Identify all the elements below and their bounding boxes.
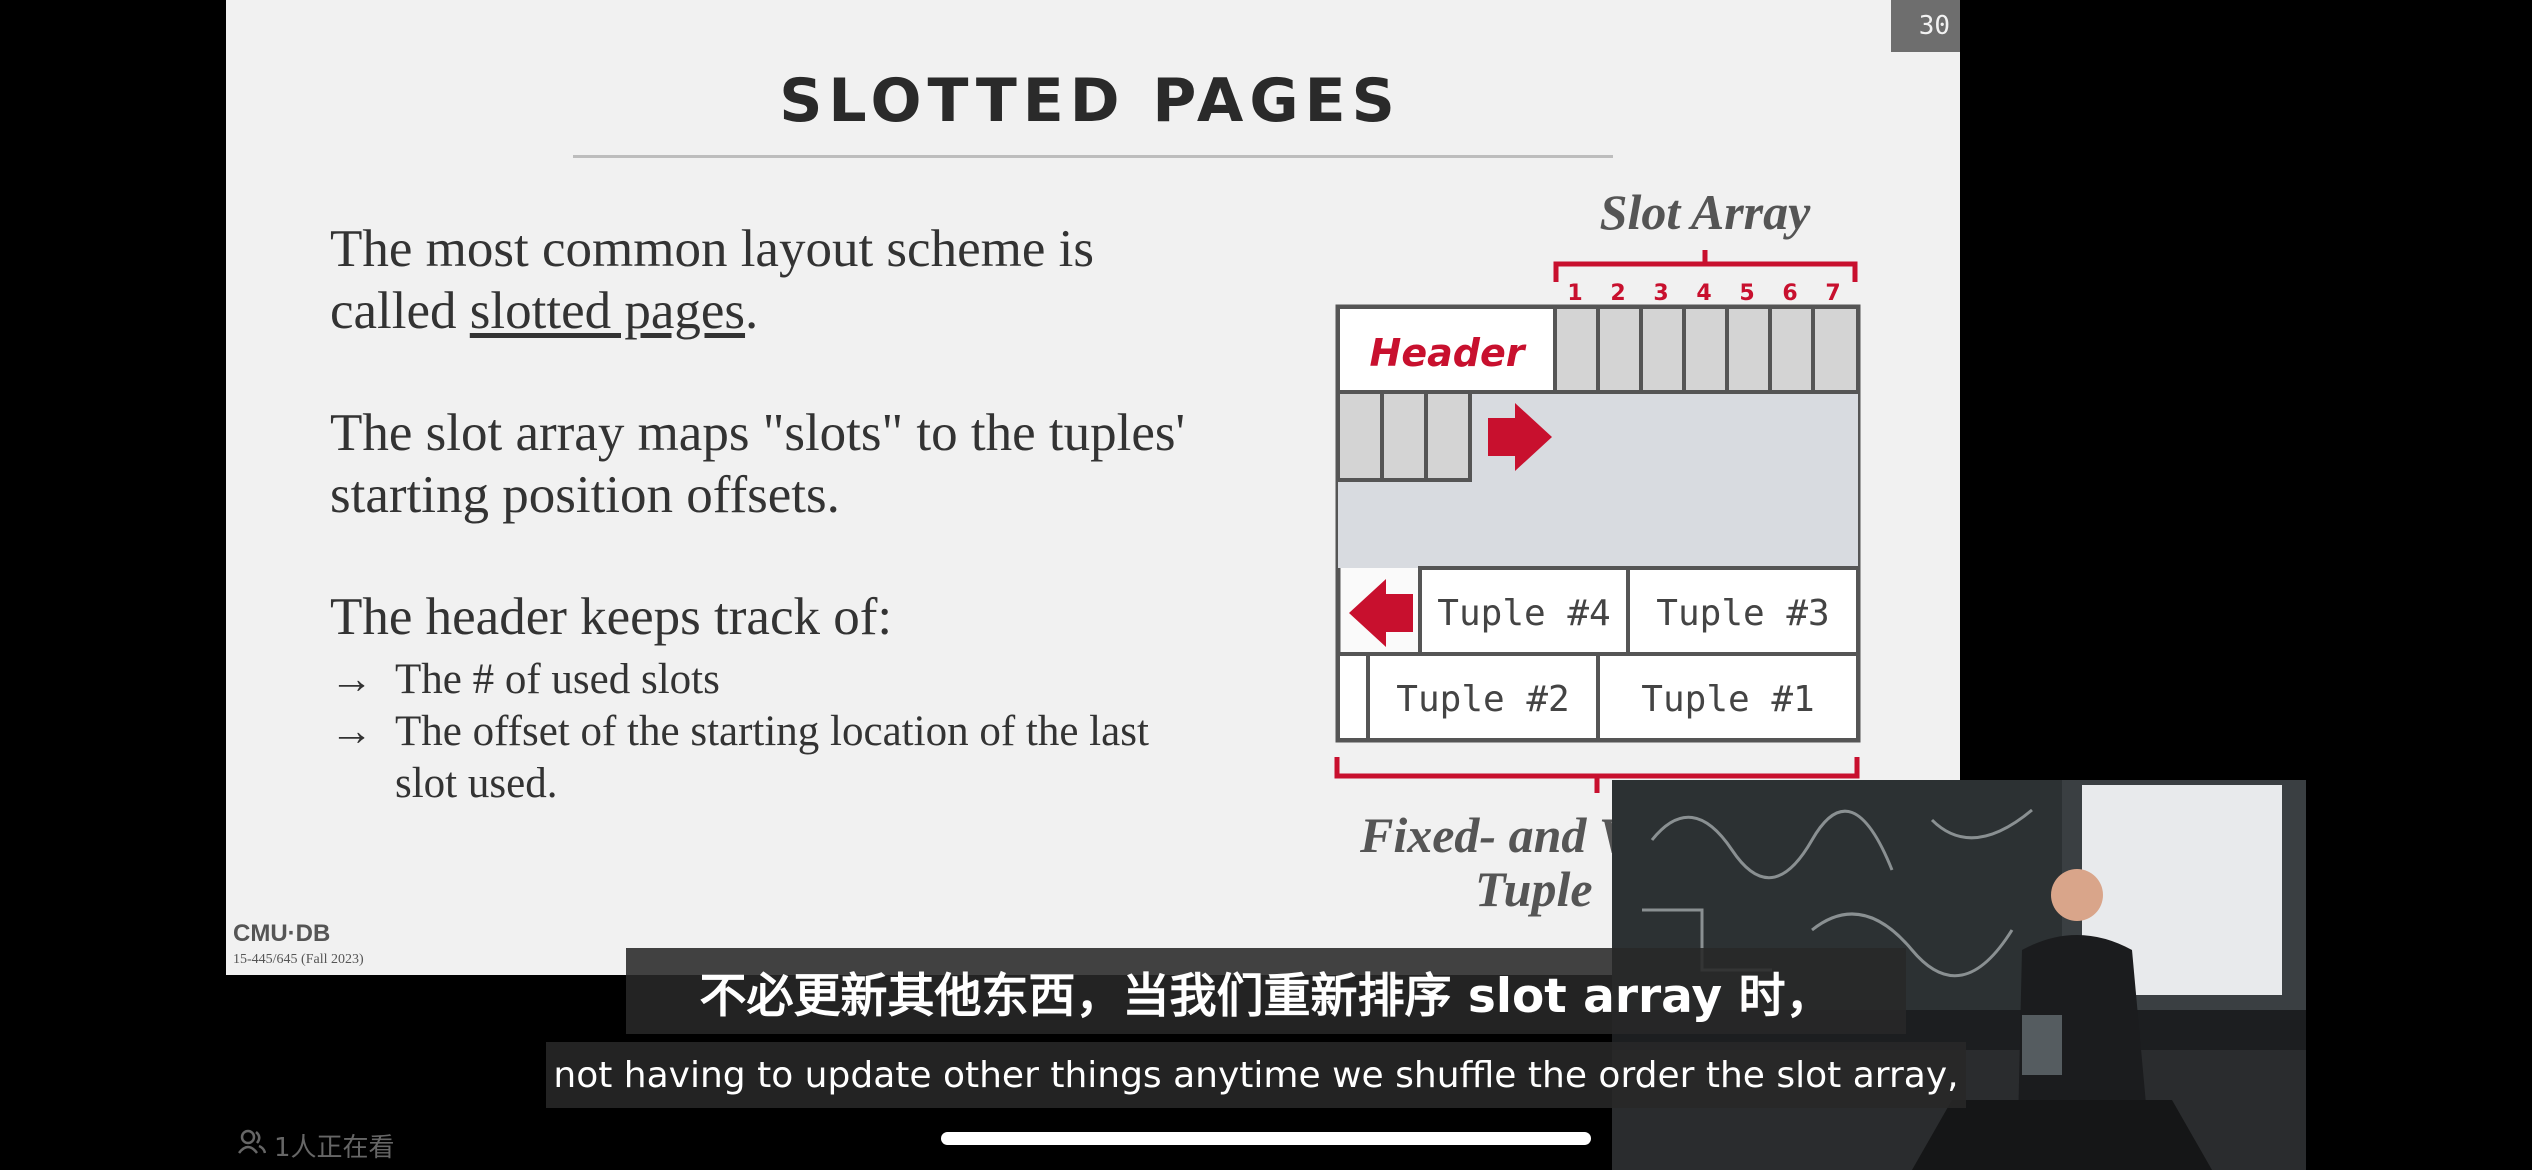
slot-number: 1 bbox=[1567, 281, 1582, 306]
viewer-count: 1人正在看 bbox=[238, 1127, 395, 1164]
header-label: Header bbox=[1370, 331, 1527, 375]
tuples-caption-line2: Tuple bbox=[1475, 861, 1593, 917]
viewer-icon bbox=[238, 1129, 267, 1162]
slot-number: 6 bbox=[1782, 281, 1797, 306]
subtitle-english: not having to update other things anytim… bbox=[546, 1042, 1966, 1108]
tuple-label: Tuple #4 bbox=[1437, 593, 1610, 634]
tuples-caption-line1: Fixed- and V bbox=[1359, 807, 1636, 863]
slot-number: 3 bbox=[1653, 281, 1668, 306]
slot-array-label: Slot Array bbox=[1600, 184, 1812, 240]
viewer-count-text: 1人正在看 bbox=[274, 1133, 395, 1163]
slot-number: 5 bbox=[1739, 281, 1754, 306]
slot-number: 2 bbox=[1610, 281, 1625, 306]
slot-number: 4 bbox=[1696, 281, 1711, 306]
course-label: 15-445/645 (Fall 2023) bbox=[233, 952, 364, 967]
slot-array-top bbox=[1553, 305, 1860, 394]
tuple-label: Tuple #2 bbox=[1396, 679, 1569, 720]
slot-number: 7 bbox=[1825, 281, 1840, 306]
home-indicator[interactable] bbox=[941, 1132, 1591, 1145]
tuple-padding bbox=[1336, 652, 1370, 742]
slot-array-continued bbox=[1336, 390, 1472, 482]
cmu-db-logo: CMU·DB bbox=[233, 920, 331, 947]
slot-array-brace bbox=[1553, 250, 1858, 282]
tuple-label: Tuple #1 bbox=[1641, 679, 1814, 720]
slot-numbers: 1 2 3 4 5 6 7 bbox=[1567, 281, 1840, 306]
subtitle-chinese: 不必更新其他东西，当我们重新排序 slot array 时， bbox=[626, 948, 1906, 1034]
tuple-label: Tuple #3 bbox=[1656, 593, 1829, 634]
